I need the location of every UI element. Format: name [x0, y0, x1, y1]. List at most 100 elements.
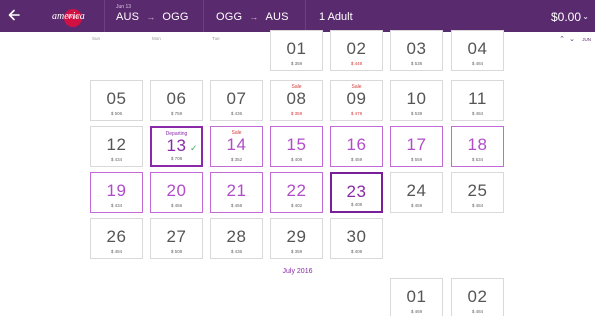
day-number: 10 [406, 89, 427, 108]
outbound-origin: AUS [116, 11, 140, 23]
brand-text: america [52, 11, 85, 22]
day-number: 29 [286, 227, 307, 246]
chevron-up-icon[interactable]: ⌃ [559, 35, 565, 43]
day-number: 18 [467, 135, 488, 154]
day-fare: $ 408 [290, 157, 303, 162]
calendar-day-cell[interactable]: 17 $ 559 [390, 126, 443, 167]
day-fare: $ 434 [110, 157, 123, 162]
passenger-count[interactable]: 1 Adult [319, 11, 353, 23]
calendar-day-cell[interactable]: 26 $ 484 [90, 218, 143, 259]
day-number: 02 [467, 287, 488, 306]
day-fare: $ 708 [170, 156, 183, 161]
top-bar: Virgin america Jun 13 AUS → OGG OGG → AU… [0, 0, 595, 32]
calendar-day-cell[interactable]: 04 $ 484 [451, 30, 504, 71]
day-fare: $ 534 [471, 157, 484, 162]
day-fare: $ 538 [410, 111, 423, 116]
day-number: 30 [346, 227, 367, 246]
calendar-day-cell[interactable]: 06 $ 759 [150, 80, 203, 121]
calendar-day-cell[interactable]: 01 $ 469 [390, 278, 443, 316]
calendar-day-cell[interactable]: 23 $ 408 [330, 172, 383, 213]
chevron-down-icon[interactable]: ⌄ [569, 35, 575, 43]
day-fare: $ 408 [350, 202, 363, 207]
total-price[interactable]: $0.00 [551, 10, 581, 24]
calendar-day-cell[interactable]: 21 $ 458 [210, 172, 263, 213]
day-number: 16 [346, 135, 367, 154]
day-fare: $ 408 [350, 249, 363, 254]
day-fare: $ 484 [471, 309, 484, 314]
day-fare: $ 436 [230, 249, 243, 254]
day-number: 23 [346, 182, 367, 201]
day-fare: $ 559 [410, 157, 423, 162]
day-fare: $ 352 [230, 157, 243, 162]
weekday-label: Mon [152, 36, 161, 41]
day-number: 25 [467, 181, 488, 200]
header-divider [305, 0, 306, 32]
chevron-down-icon[interactable]: ⌄ [582, 12, 589, 21]
calendar-day-cell[interactable]: 25 $ 484 [451, 172, 504, 213]
day-number: 12 [106, 135, 127, 154]
day-number: 08 [286, 89, 307, 108]
day-fare: $ 448 [350, 61, 363, 66]
weekday-label: Tue [212, 36, 220, 41]
day-number: 21 [226, 181, 247, 200]
day-number: 01 [406, 287, 427, 306]
calendar-day-cell[interactable]: 12 $ 434 [90, 126, 143, 167]
calendar-day-cell[interactable]: 02 $ 448 [330, 30, 383, 71]
day-number: 02 [346, 39, 367, 58]
calendar-day-cell[interactable]: 16 $ 459 [330, 126, 383, 167]
calendar-day-cell[interactable]: 02 $ 484 [451, 278, 504, 316]
calendar-day-cell[interactable]: 28 $ 436 [210, 218, 263, 259]
day-number: 11 [468, 89, 487, 108]
day-fare: $ 484 [471, 203, 484, 208]
day-fare: $ 759 [170, 111, 183, 116]
month-heading-july: July 2016 [282, 268, 313, 275]
day-fare: $ 484 [110, 249, 123, 254]
day-fare: $ 508 [170, 249, 183, 254]
outbound-route[interactable]: AUS → OGG [116, 11, 189, 23]
calendar-day-cell[interactable]: 20 $ 456 [150, 172, 203, 213]
return-origin: OGG [216, 11, 243, 23]
day-number: 19 [106, 181, 127, 200]
day-fare: $ 484 [471, 111, 484, 116]
calendar-day-cell[interactable]: 29 $ 359 [270, 218, 323, 259]
header-divider [203, 0, 204, 32]
return-route[interactable]: OGG → AUS [216, 11, 289, 23]
calendar-day-cell[interactable]: Sale 09 $ 479 [330, 80, 383, 121]
calendar-day-cell[interactable]: 19 $ 434 [90, 172, 143, 213]
day-fare: $ 459 [350, 157, 363, 162]
calendar-day-cell[interactable]: Sale 14 $ 352 [210, 126, 263, 167]
day-number: 03 [406, 39, 427, 58]
day-number: 04 [467, 39, 488, 58]
day-fare: $ 506 [110, 111, 123, 116]
calendar-day-cell[interactable]: 11 $ 484 [451, 80, 504, 121]
day-fare: $ 434 [110, 203, 123, 208]
calendar-day-cell[interactable]: 05 $ 506 [90, 80, 143, 121]
calendar-day-cell[interactable]: 15 $ 408 [270, 126, 323, 167]
weekday-label: Sun [92, 36, 101, 41]
back-arrow-icon[interactable] [6, 7, 22, 23]
calendar-day-cell[interactable]: 10 $ 538 [390, 80, 443, 121]
day-number: 22 [286, 181, 307, 200]
checkmark-icon: ✓ [190, 143, 198, 153]
calendar-day-cell[interactable]: 27 $ 508 [150, 218, 203, 259]
current-month-label: JUN [582, 37, 591, 42]
day-fare: $ 436 [230, 111, 243, 116]
day-fare: $ 456 [170, 203, 183, 208]
calendar-day-cell[interactable]: 01 $ 359 [270, 30, 323, 71]
calendar-day-cell[interactable]: Departing 13 ✓ $ 708 [150, 126, 203, 167]
day-fare: $ 479 [350, 111, 363, 116]
day-fare: $ 469 [410, 309, 423, 314]
calendar-day-cell[interactable]: 30 $ 408 [330, 218, 383, 259]
calendar-day-cell[interactable]: Sale 08 $ 359 [270, 80, 323, 121]
day-number: 26 [106, 227, 127, 246]
calendar-day-cell[interactable]: 24 $ 459 [390, 172, 443, 213]
outbound-destination: OGG [162, 11, 189, 23]
calendar-day-cell[interactable]: 07 $ 436 [210, 80, 263, 121]
day-number: 14 [226, 135, 247, 154]
calendar-day-cell[interactable]: 18 $ 534 [451, 126, 504, 167]
calendar-day-cell[interactable]: 03 $ 538 [390, 30, 443, 71]
day-fare: $ 359 [290, 111, 303, 116]
day-fare: $ 359 [290, 61, 303, 66]
day-fare: $ 538 [410, 61, 423, 66]
calendar-day-cell[interactable]: 22 $ 402 [270, 172, 323, 213]
